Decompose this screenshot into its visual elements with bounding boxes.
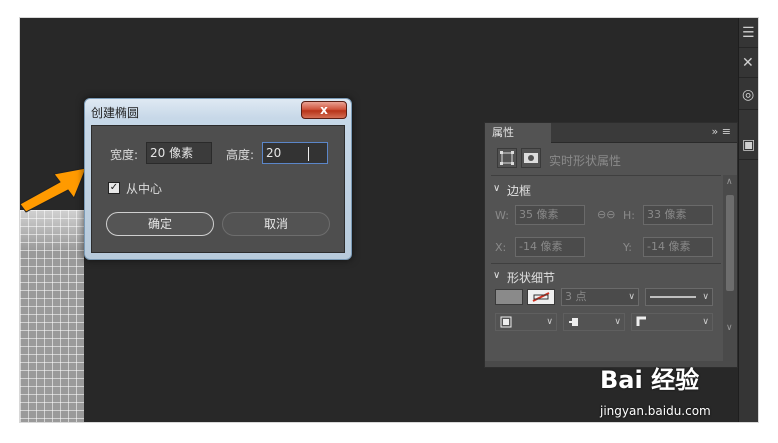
text-cursor: [308, 147, 309, 161]
panel-tabbar: 属性 » ≡: [485, 123, 737, 143]
tool-button[interactable]: ☰: [739, 18, 758, 48]
section-shape-details[interactable]: 形状细节: [507, 269, 555, 286]
shape-properties-icon[interactable]: [497, 148, 517, 168]
cube-icon: ▣: [742, 137, 756, 153]
stroke-corners-dropdown[interactable]: ∨: [631, 313, 713, 331]
tool-button[interactable]: ▣: [739, 130, 758, 160]
chevron-down-icon: ∨: [702, 292, 709, 302]
divider: [491, 263, 721, 264]
cancel-button[interactable]: 取消: [222, 212, 330, 236]
dialog-content: 宽度: 20 像素 高度: 20 ✓ 从中心 确定 取消: [91, 125, 345, 253]
tab-properties[interactable]: 属性: [485, 123, 551, 143]
tool-button[interactable]: ✕: [739, 48, 758, 78]
dialog-close-button[interactable]: x: [301, 101, 347, 119]
x-label: X:: [495, 241, 507, 254]
baidu-watermark: Bai 经验 jingyan.baidu.com: [600, 360, 740, 426]
arrow-pointer-icon: [20, 167, 87, 213]
height-input[interactable]: 20: [262, 142, 328, 164]
chevron-down-icon: ∨: [702, 317, 709, 327]
stroke-swatch[interactable]: [527, 289, 555, 305]
create-ellipse-dialog: 创建椭圆 x 宽度: 20 像素 高度: 20 ✓ 从中心 确定 取消: [84, 98, 352, 260]
baidu-logo: Bai 经验: [600, 366, 700, 394]
height-label: 高度:: [226, 148, 255, 162]
stroke-size-value: 3 点: [565, 290, 587, 303]
dialog-title: 创建椭圆: [91, 106, 140, 120]
tools-icon: ☰: [742, 25, 755, 41]
stroke-size-dropdown[interactable]: 3 点 ∨: [561, 288, 639, 306]
chevron-down-icon[interactable]: ∨: [493, 183, 500, 194]
chevron-down-icon: ∨: [546, 317, 553, 327]
h-label: H:: [623, 209, 635, 222]
scrollbar-thumb[interactable]: [726, 195, 734, 291]
w-label: W:: [495, 209, 509, 222]
divider: [491, 175, 721, 176]
chevron-down-icon: ∨: [628, 292, 635, 302]
from-center-checkbox[interactable]: ✓: [108, 182, 120, 194]
right-tool-strip: ☰ ✕ ◎ ▣: [738, 18, 758, 422]
canvas-grid-area: [20, 210, 84, 422]
close-icon: x: [320, 103, 328, 117]
w-input[interactable]: 35 像素: [515, 205, 585, 225]
properties-panel: 属性 » ≡ 实时形状属性 ∨ 边框 W: 35 像素 ⊖⊖ H: 33 像素 …: [484, 122, 738, 368]
scroll-down-icon[interactable]: ∨: [726, 323, 733, 333]
stroke-caps-dropdown[interactable]: ∨: [563, 313, 625, 331]
y-label: Y:: [623, 241, 632, 254]
y-input[interactable]: -14 像素: [643, 237, 713, 257]
panel-menu-icon[interactable]: » ≡: [712, 125, 731, 138]
tool-button[interactable]: ◎: [739, 80, 758, 110]
dialog-titlebar[interactable]: 创建椭圆 x: [85, 99, 351, 123]
x-input[interactable]: -14 像素: [515, 237, 585, 257]
stroke-type-dropdown[interactable]: ∨: [645, 288, 713, 306]
scroll-up-icon[interactable]: ∧: [726, 177, 733, 187]
ok-button[interactable]: 确定: [106, 212, 214, 236]
fill-swatch[interactable]: [495, 289, 523, 305]
watermark-url: jingyan.baidu.com: [600, 404, 711, 418]
mask-icon[interactable]: [521, 148, 541, 168]
width-input[interactable]: 20 像素: [146, 142, 212, 164]
chevron-down-icon[interactable]: ∨: [493, 270, 500, 281]
from-center-label: 从中心: [126, 182, 163, 196]
sphere-icon: ◎: [742, 87, 755, 103]
stroke-align-dropdown[interactable]: ∨: [495, 313, 557, 331]
live-shape-properties-label: 实时形状属性: [549, 154, 622, 168]
section-bounds[interactable]: 边框: [507, 182, 531, 199]
chevron-down-icon: ∨: [614, 317, 621, 327]
width-label: 宽度:: [110, 148, 139, 162]
h-input[interactable]: 33 像素: [643, 205, 713, 225]
wrench-icon: ✕: [742, 55, 754, 71]
link-icon[interactable]: ⊖⊖: [597, 208, 615, 221]
panel-scrollbar[interactable]: ∧ ∨: [723, 175, 737, 363]
